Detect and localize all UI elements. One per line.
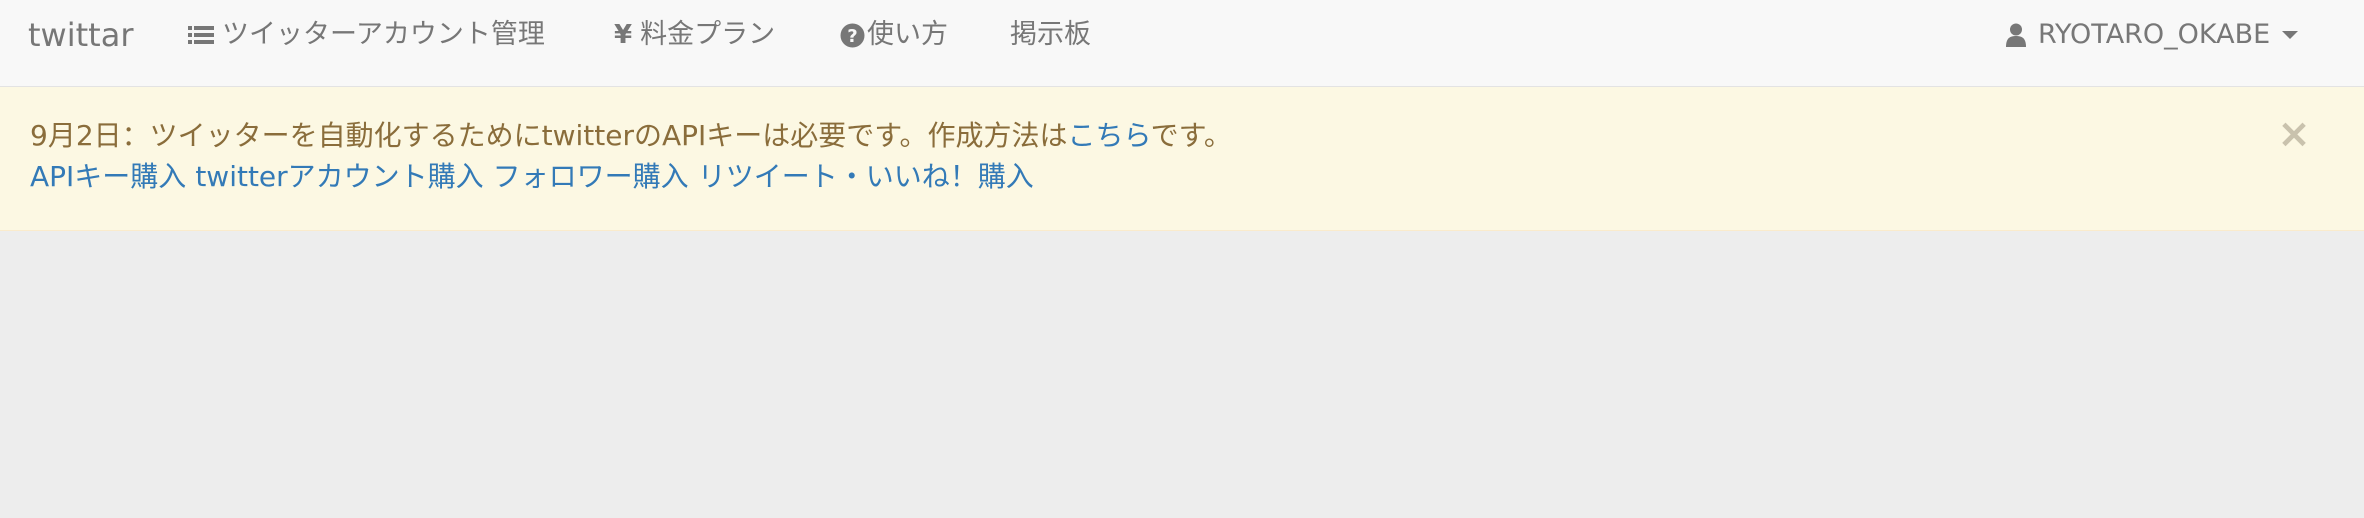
- buy-api-key-link[interactable]: APIキー購入: [30, 157, 186, 197]
- nav-account-management[interactable]: ツイッターアカウント管理: [188, 0, 545, 70]
- nav-bulletin-board[interactable]: 掲示板: [1010, 0, 1091, 70]
- buy-twitter-account-link[interactable]: twitterアカウント購入: [195, 157, 483, 197]
- user-icon: [2006, 23, 2026, 47]
- purchase-links: APIキー購入 twitterアカウント購入 フォロワー購入 リツイート・いいね…: [30, 157, 1034, 197]
- yen-icon: ¥: [614, 20, 633, 50]
- user-menu-dropdown[interactable]: RYOTARO_OKABE: [2006, 0, 2299, 70]
- buy-retweets-likes-link[interactable]: リツイート・いいね！購入: [698, 157, 1034, 197]
- alert-message: 9月2日：ツイッターを自動化するためにtwitterのAPIキーは必要です。作成…: [30, 116, 1232, 156]
- user-name: RYOTARO_OKABE: [2038, 19, 2271, 50]
- caret-down-icon: [2282, 30, 2299, 40]
- nav-how-to-use-label: 使い方: [867, 19, 948, 50]
- alert-message-suffix: です。: [1150, 119, 1232, 152]
- alert-message-text: 9月2日：ツイッターを自動化するためにtwitterのAPIキーは必要です。作成…: [30, 119, 1068, 152]
- question-circle-icon: ?: [840, 23, 865, 48]
- nav-pricing-plan-label: 料金プラン: [640, 19, 776, 50]
- alert-close-button[interactable]: ×: [2276, 114, 2312, 154]
- nav-pricing-plan[interactable]: ¥ 料金プラン: [614, 0, 775, 70]
- brand-link[interactable]: twittar: [28, 0, 133, 70]
- top-navbar: twittar ツイッターアカウント管理 ¥ 料金プラン ? 使い方 掲示板 R…: [0, 0, 2364, 87]
- nav-account-management-label: ツイッターアカウント管理: [222, 19, 545, 50]
- buy-followers-link[interactable]: フォロワー購入: [493, 157, 689, 197]
- nav-bulletin-board-label: 掲示板: [1010, 19, 1091, 50]
- api-key-guide-link[interactable]: こちら: [1067, 119, 1150, 152]
- list-icon: [188, 24, 214, 46]
- nav-how-to-use[interactable]: ? 使い方: [840, 0, 948, 70]
- svg-text:?: ?: [847, 26, 857, 47]
